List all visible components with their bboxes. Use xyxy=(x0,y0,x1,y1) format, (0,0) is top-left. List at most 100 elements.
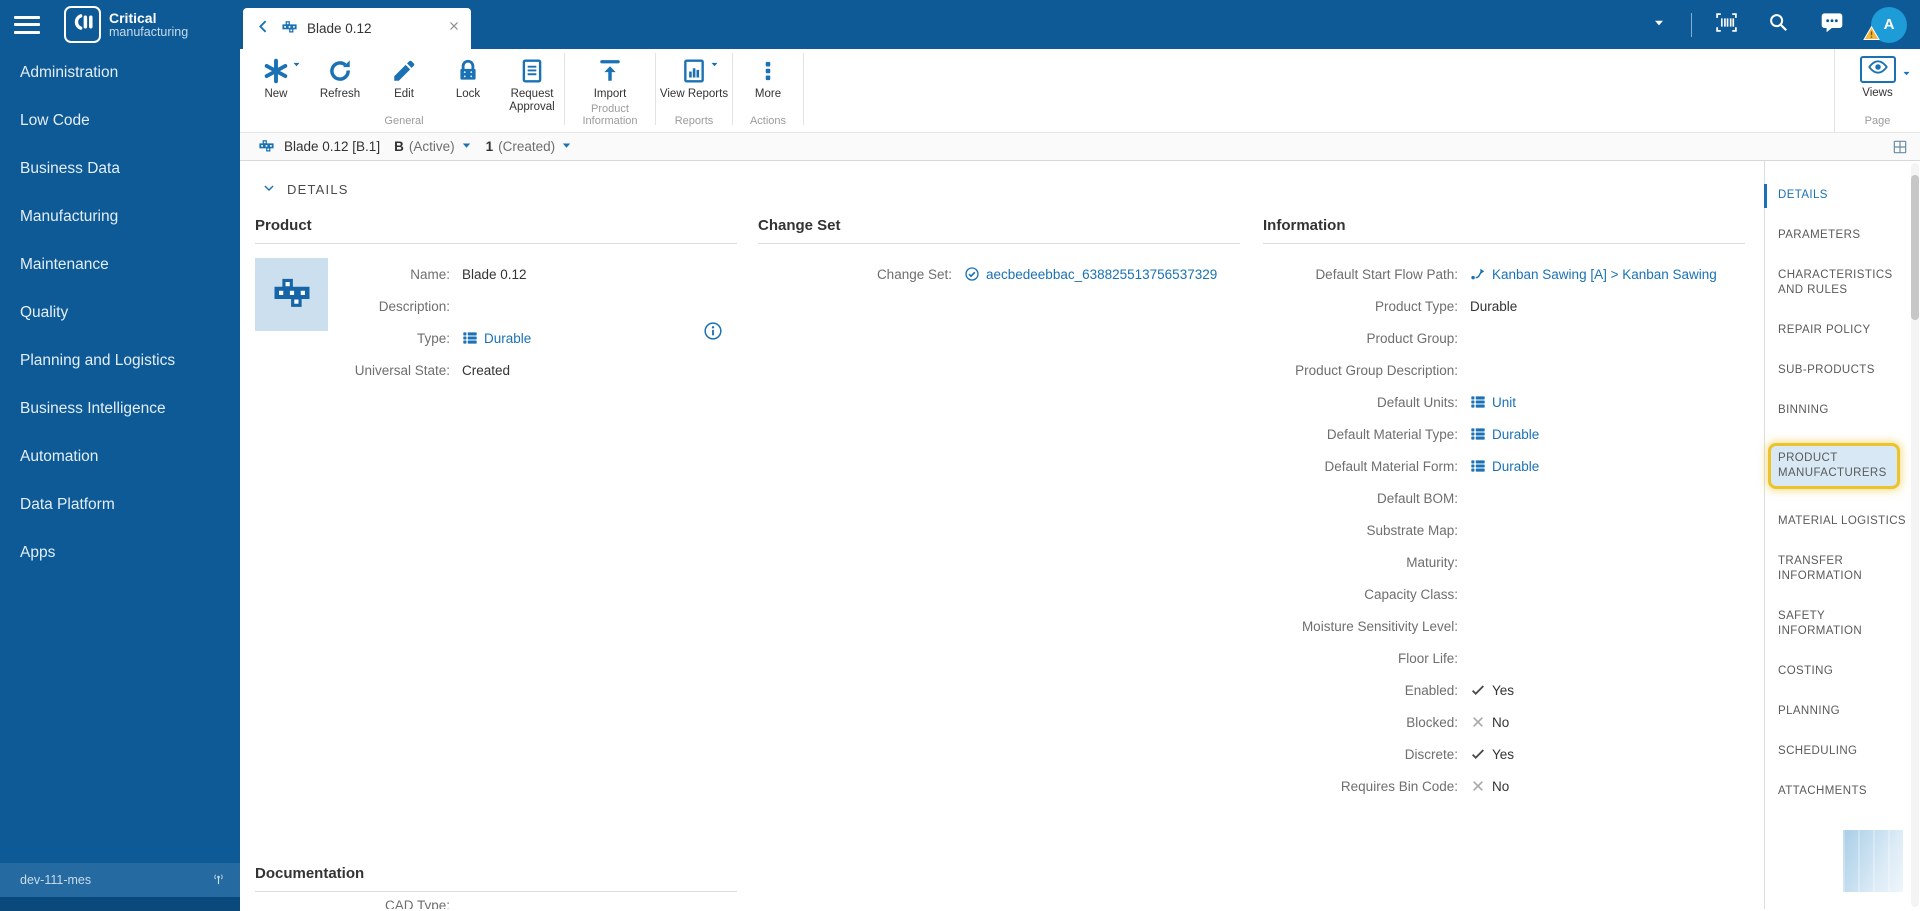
sidebar-item-apps[interactable]: Apps xyxy=(0,529,240,577)
section-tab-safety-information[interactable]: SAFETY INFORMATION xyxy=(1778,609,1910,639)
field-row-product-group-description: Product Group Description: xyxy=(1263,354,1745,386)
topbar: Critical manufacturing Blade 0.12 A xyxy=(0,0,1920,49)
field-row-description: Description: xyxy=(343,290,737,322)
sidebar-item-maintenance[interactable]: Maintenance xyxy=(0,241,240,289)
field-value-link[interactable]: Durable xyxy=(462,330,531,346)
field-value: Created xyxy=(462,362,511,378)
refresh-icon xyxy=(327,58,353,84)
list-icon xyxy=(1470,458,1486,474)
import-icon xyxy=(597,58,623,84)
field-label: Default Units: xyxy=(1376,394,1458,410)
scrollbar-thumb[interactable] xyxy=(1911,175,1919,320)
field-value: Durable xyxy=(1470,298,1518,314)
toolbar-button-label: Refresh xyxy=(319,88,361,100)
toolbar-button-refresh[interactable]: Refresh xyxy=(308,49,372,101)
revision-dropdown-icon[interactable] xyxy=(561,139,572,154)
section-tab-costing[interactable]: COSTING xyxy=(1778,664,1910,679)
sidebar-item-planning-and-logistics[interactable]: Planning and Logistics xyxy=(0,337,240,385)
toolbar-button-new[interactable]: New xyxy=(244,49,308,101)
connection-icon[interactable] xyxy=(211,871,226,889)
caret-icon xyxy=(292,60,301,69)
close-icon[interactable] xyxy=(447,19,461,38)
views-button[interactable]: Views Page xyxy=(1834,49,1920,132)
yes-icon xyxy=(1470,746,1486,762)
asterisk-icon xyxy=(263,58,289,84)
topbar-dropdown-icon[interactable] xyxy=(1653,16,1665,34)
views-group-label: Page xyxy=(1864,115,1891,127)
section-tab-characteristics-and-rules[interactable]: CHARACTERISTICS AND RULES xyxy=(1778,268,1910,298)
section-tab-planning[interactable]: PLANNING xyxy=(1778,704,1910,719)
toolbar-button-view-reports[interactable]: View Reports xyxy=(656,49,732,101)
sidebar-item-low-code[interactable]: Low Code xyxy=(0,97,240,145)
version-dropdown-icon[interactable] xyxy=(461,139,472,154)
section-tab-product-manufacturers[interactable]: PRODUCT MANUFACTURERS xyxy=(1768,443,1900,489)
sidebar-item-quality[interactable]: Quality xyxy=(0,289,240,337)
logo-text: Critical manufacturing xyxy=(109,9,189,39)
info-icon[interactable] xyxy=(703,321,723,346)
section-tab-sub-products[interactable]: SUB-PRODUCTS xyxy=(1778,363,1910,378)
field-label: Enabled: xyxy=(1404,682,1458,698)
hamburger-menu-icon[interactable] xyxy=(14,11,40,38)
details-collapse-header[interactable]: DETAILS xyxy=(262,181,349,198)
field-label: Requires Bin Code: xyxy=(1340,778,1458,794)
field-label: Product Type: xyxy=(1374,298,1458,314)
app-logo[interactable]: Critical manufacturing xyxy=(64,6,188,43)
yes-icon xyxy=(1470,682,1486,698)
toolbar-button-label: Edit xyxy=(394,88,414,100)
toolbar-button-lock[interactable]: Lock xyxy=(436,49,500,101)
sidebar-bottom-strip xyxy=(0,897,240,911)
back-icon[interactable] xyxy=(255,18,272,40)
section-tab-scheduling[interactable]: SCHEDULING xyxy=(1778,744,1910,759)
vertical-scrollbar[interactable] xyxy=(1911,163,1919,907)
field-value-link[interactable]: Durable xyxy=(1470,458,1539,474)
toolbar-button-more[interactable]: More xyxy=(733,49,803,101)
list-icon xyxy=(1470,426,1486,442)
main-area: New Refresh Edit Lock Request Approval Import… xyxy=(240,49,1920,911)
field-row-type: Type: Durable xyxy=(343,322,737,354)
sidebar-item-automation[interactable]: Automation xyxy=(0,433,240,481)
list-icon xyxy=(1470,458,1486,474)
section-tab-parameters[interactable]: PARAMETERS xyxy=(1778,228,1910,243)
sidebar-item-business-data[interactable]: Business Data xyxy=(0,145,240,193)
sidebar-item-administration[interactable]: Administration xyxy=(0,49,240,97)
field-row-moisture-sensitivity-level: Moisture Sensitivity Level: xyxy=(1263,610,1745,642)
field-value-link[interactable]: Unit xyxy=(1470,394,1516,410)
pencil-icon xyxy=(391,58,417,84)
field-label: Name: xyxy=(410,266,450,282)
search-icon[interactable] xyxy=(1767,11,1789,38)
section-tab-material-logistics[interactable]: MATERIAL LOGISTICS xyxy=(1778,514,1910,529)
user-avatar[interactable]: A xyxy=(1863,6,1907,43)
field-value-link[interactable]: Durable xyxy=(1470,426,1539,442)
sidebar-item-data-platform[interactable]: Data Platform xyxy=(0,481,240,529)
report-icon xyxy=(681,58,707,84)
document-icon xyxy=(519,58,545,84)
field-value-link[interactable]: Kanban Sawing [A] > Kanban Sawing xyxy=(1470,266,1717,282)
section-tab-transfer-information[interactable]: TRANSFER INFORMATION xyxy=(1778,554,1910,584)
sidebar-item-manufacturing[interactable]: Manufacturing xyxy=(0,193,240,241)
section-tab-repair-policy[interactable]: REPAIR POLICY xyxy=(1778,323,1910,338)
layout-grid-icon[interactable] xyxy=(1892,139,1908,158)
field-row-default-material-form: Default Material Form: Durable xyxy=(1263,450,1745,482)
field-label: Default Material Form: xyxy=(1324,458,1458,474)
toolbar-button-request-approval[interactable]: Request Approval xyxy=(500,49,564,114)
list-icon xyxy=(462,330,478,346)
chat-icon[interactable] xyxy=(1819,9,1845,40)
section-tab-binning[interactable]: BINNING xyxy=(1778,403,1910,418)
toolbar-group-label-actions: Actions xyxy=(749,115,787,127)
toolbar-button-import[interactable]: Import xyxy=(565,49,655,101)
tab-blade-012[interactable]: Blade 0.12 xyxy=(243,8,471,49)
barcode-scan-icon[interactable] xyxy=(1714,10,1739,40)
product-icon xyxy=(281,18,298,40)
breadcrumb-version-state: (Active) xyxy=(408,139,455,154)
app-root: Critical manufacturing Blade 0.12 A Admin… xyxy=(0,0,1920,911)
breadcrumb-item-name: Blade 0.12 [B.1] xyxy=(284,139,381,154)
section-tab-attachments[interactable]: ATTACHMENTS xyxy=(1778,784,1910,799)
toolbar-button-edit[interactable]: Edit xyxy=(372,49,436,101)
field-value-link[interactable]: aecbedeebbac_638825513756537329 xyxy=(964,266,1217,282)
field-value: Blade 0.12 xyxy=(462,266,527,282)
field-row-universal-state: Universal State: Created xyxy=(343,354,737,386)
field-label: Change Set: xyxy=(876,266,952,282)
toolbar-button-label: Request Approval xyxy=(509,88,555,113)
sidebar-item-business-intelligence[interactable]: Business Intelligence xyxy=(0,385,240,433)
section-tab-details[interactable]: DETAILS xyxy=(1764,184,1910,208)
